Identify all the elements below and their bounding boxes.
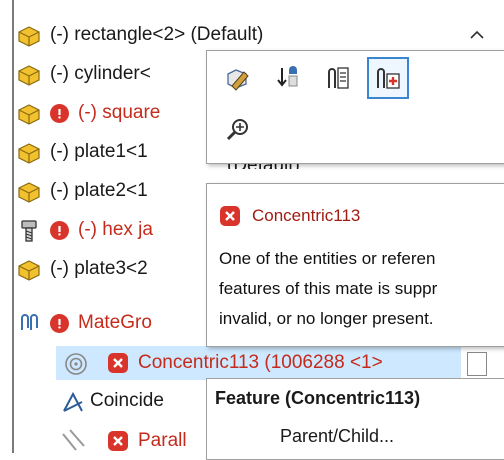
chevron-up-icon[interactable] xyxy=(468,26,486,44)
part-icon xyxy=(16,63,42,87)
tree-item-plate3[interactable]: (-) plate3<2 xyxy=(0,252,210,286)
context-toolbar xyxy=(206,50,504,164)
mate-properties-icon[interactable] xyxy=(323,63,353,93)
tree-item-label: (-) square xyxy=(78,102,161,123)
tree-item-concentric113[interactable]: Concentric113 (1006288 <1> xyxy=(0,346,504,380)
context-menu: Feature (Concentric113) Parent/Child... xyxy=(206,378,504,460)
part-icon xyxy=(16,141,42,165)
part-icon xyxy=(16,258,42,282)
add-mate-icon[interactable] xyxy=(367,57,409,99)
tooltip-title: Concentric113 xyxy=(252,206,361,225)
tree-item-square[interactable]: (-) square xyxy=(0,96,210,130)
tree-item-label: MateGro xyxy=(78,312,152,333)
tree-item-label: (-) plate1<1 xyxy=(50,141,148,162)
error-icon xyxy=(50,221,69,240)
tree-item-cylinder[interactable]: (-) cylinder< xyxy=(0,57,210,91)
tree-item-label: (-) plate3<2 xyxy=(50,258,148,279)
tree-item-hex-jam[interactable]: (-) hex ja xyxy=(0,213,210,247)
tree-item-mategroup[interactable]: MateGro xyxy=(0,306,210,340)
tree-item-coincident[interactable]: Coincide xyxy=(0,384,210,418)
coincident-icon xyxy=(60,390,86,414)
tree-item-label: Concentric113 (1006288 <1> xyxy=(138,352,383,373)
edit-part-icon[interactable] xyxy=(223,63,253,93)
error-icon xyxy=(50,104,69,123)
tree-item-label: (-) plate2<1 xyxy=(50,180,148,201)
part-icon xyxy=(16,102,42,126)
item-control-box[interactable] xyxy=(467,352,487,376)
tooltip-text-line2: features of this mate is suppr xyxy=(219,279,438,298)
part-icon xyxy=(16,180,42,204)
tree-item-label: (-) rectangle<2> (Default) xyxy=(50,24,264,45)
insert-mate-icon[interactable] xyxy=(273,63,303,93)
part-icon xyxy=(16,24,42,48)
zoom-icon[interactable] xyxy=(223,115,253,145)
tree-item-label: (-) hex ja xyxy=(78,219,153,240)
tree-item-plate2[interactable]: (-) plate2<1 xyxy=(0,174,210,208)
tooltip-text-line3: invalid, or no longer present. xyxy=(219,309,434,328)
menu-item-parent-child[interactable]: Parent/Child... xyxy=(280,419,394,453)
context-menu-header: Feature (Concentric113) xyxy=(215,388,421,408)
error-tooltip: Concentric113 One of the entities or ref… xyxy=(206,183,504,347)
parallel-icon xyxy=(60,428,88,454)
tree-item-label: (-) cylinder< xyxy=(50,63,151,84)
error-x-icon xyxy=(108,431,128,451)
concentric-icon xyxy=(64,352,88,376)
bolt-icon xyxy=(18,218,40,244)
error-x-icon xyxy=(220,206,240,226)
error-icon xyxy=(50,314,69,333)
tree-item-label: Coincide xyxy=(90,390,164,411)
tree-item-rectangle[interactable]: (-) rectangle<2> (Default) xyxy=(0,18,504,52)
tooltip-text-line1: One of the entities or referen xyxy=(219,249,436,268)
mates-icon xyxy=(18,312,42,334)
error-x-icon xyxy=(108,353,128,373)
